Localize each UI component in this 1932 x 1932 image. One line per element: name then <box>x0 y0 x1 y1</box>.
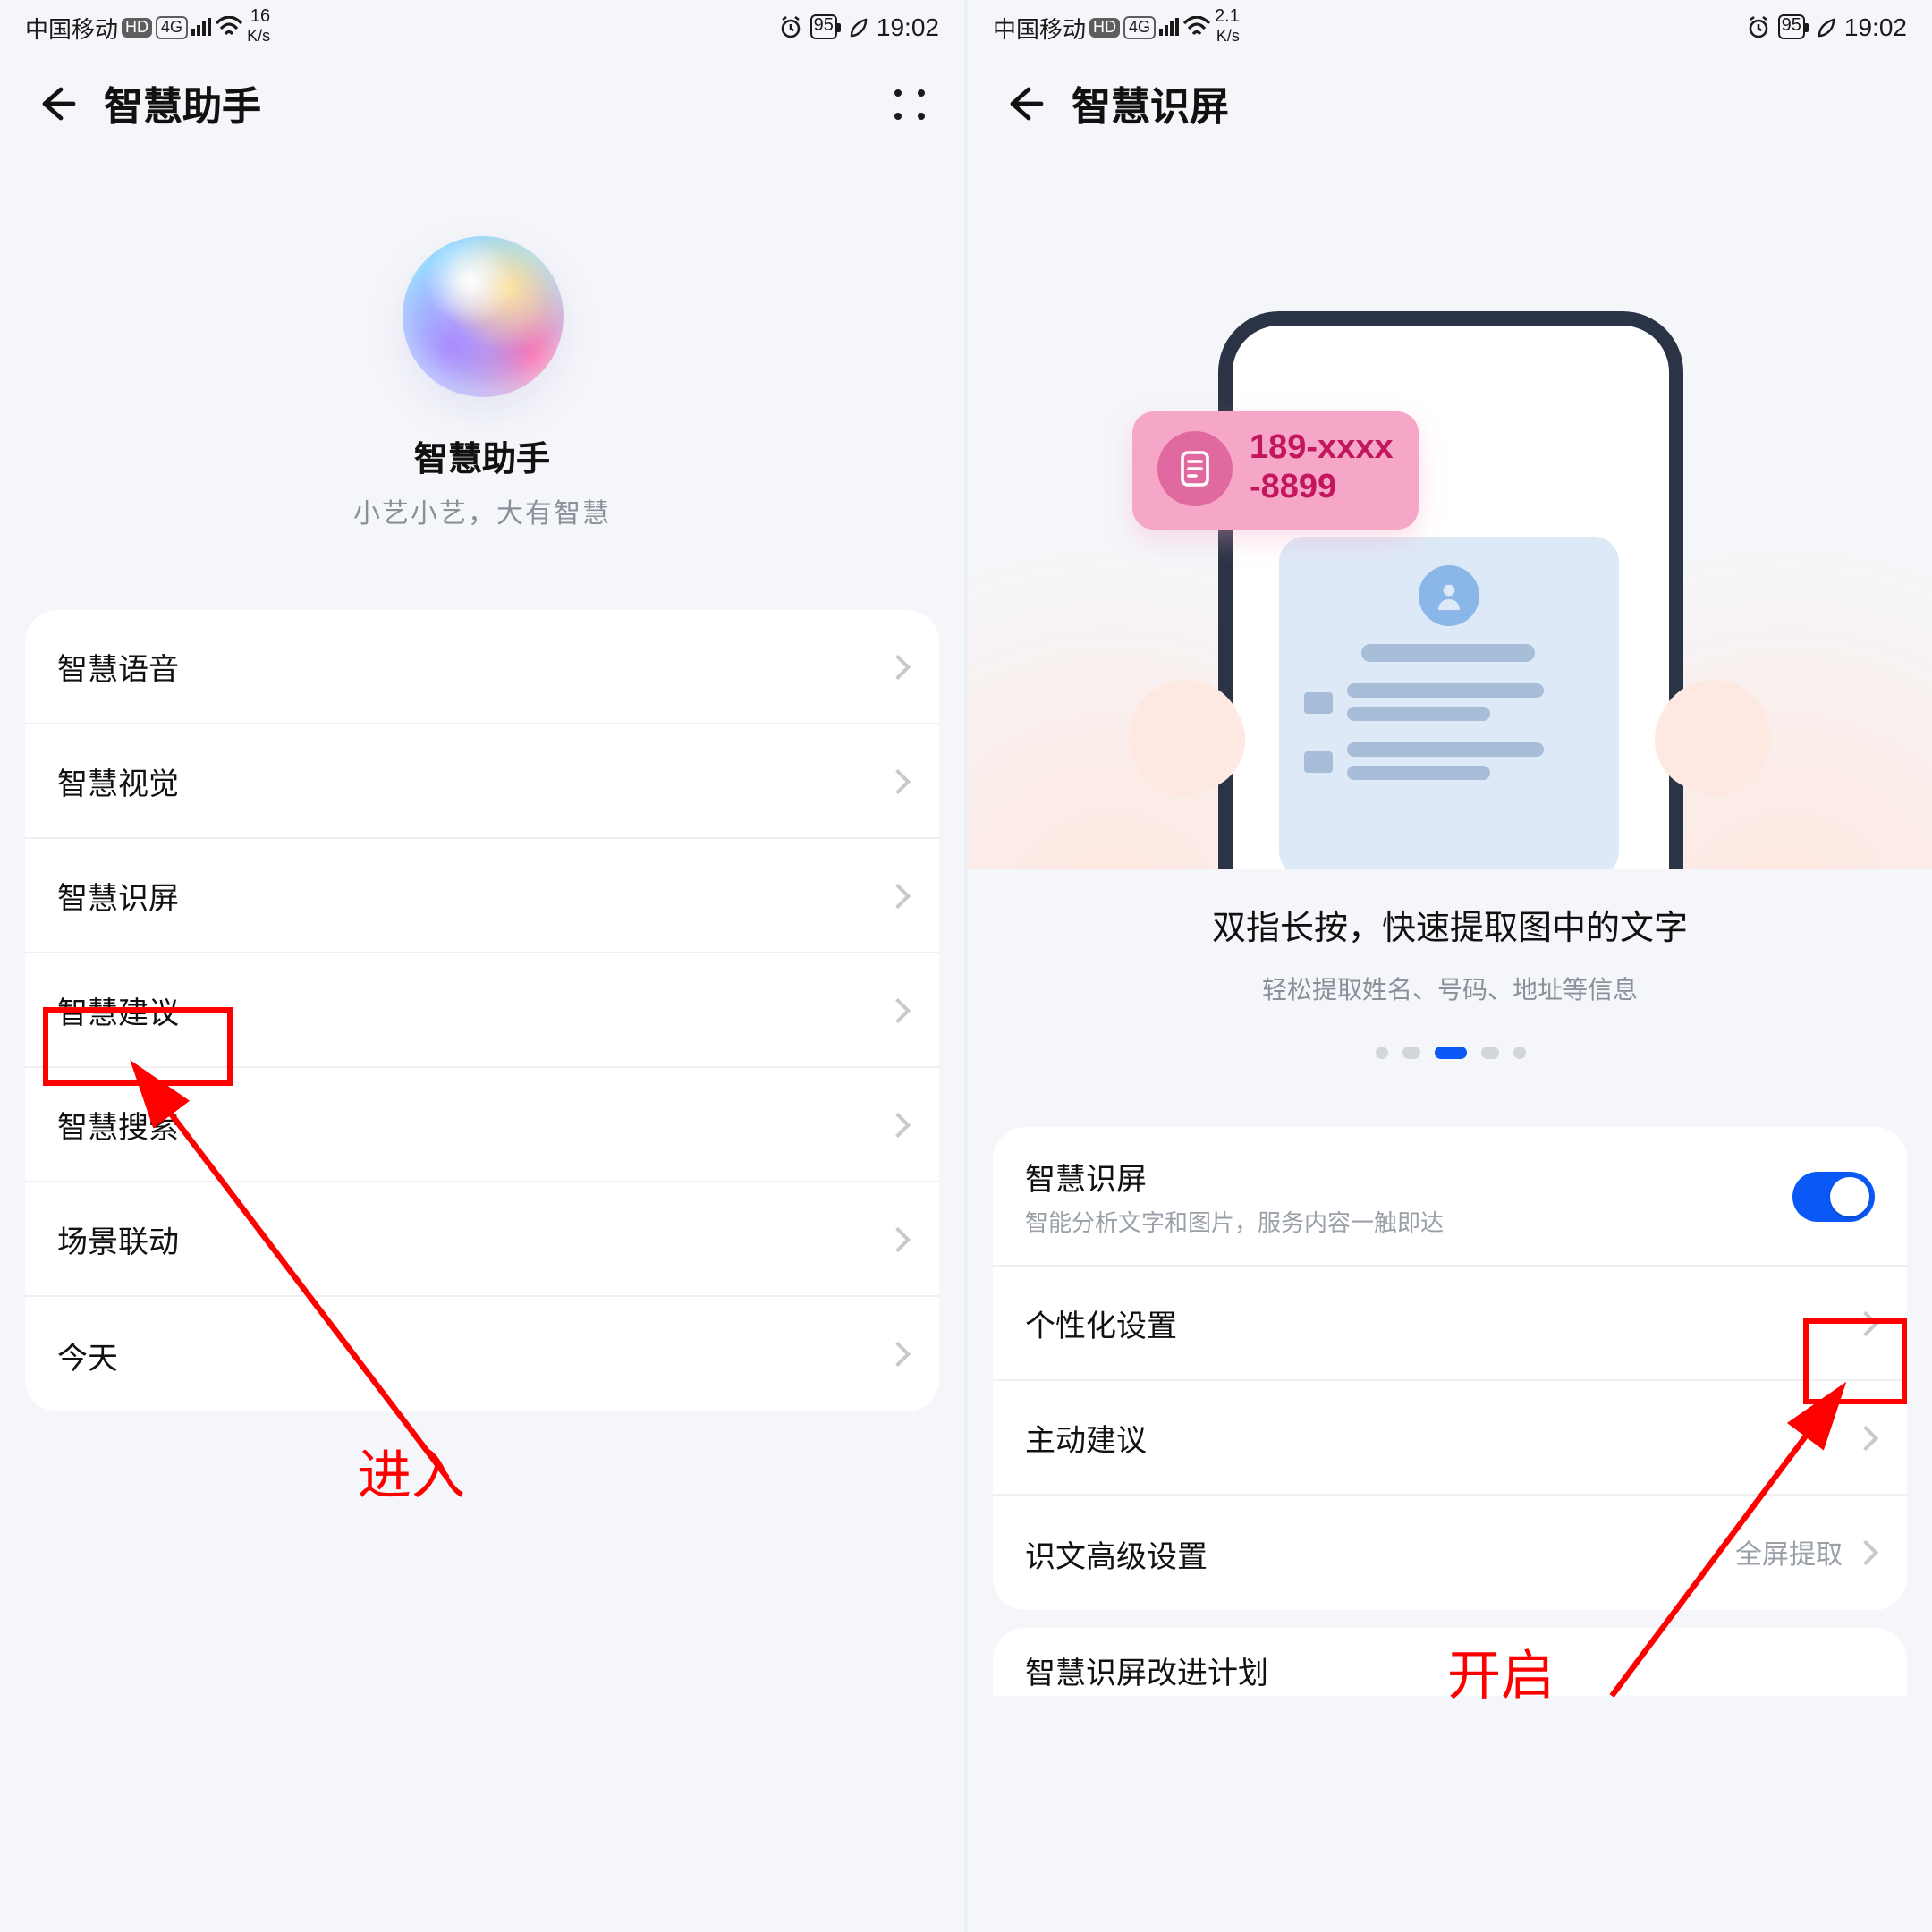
app-bar: 智慧识屏 <box>968 54 1932 154</box>
menu-item-advanced[interactable]: 识文高级设置 全屏提取 <box>993 1496 1907 1610</box>
menu-item-suggestion[interactable]: 智慧建议 <box>25 953 939 1068</box>
hitouch-switch[interactable] <box>1792 1171 1875 1221</box>
screen-smart-assistant: 中国移动 HD 4G 16K/s 95 19:02 智慧助手 <box>0 0 964 1932</box>
carrier-label: 中国移动 <box>993 10 1086 44</box>
network-badge: 4G <box>156 15 188 38</box>
network-badge: 4G <box>1123 15 1156 38</box>
settings-list-1: 智慧识屏 智能分析文字和图片，服务内容一触即达 个性化设置 主动建议 识文高级设… <box>993 1127 1907 1610</box>
hero-section: 智慧助手 小艺小艺，大有智慧 <box>0 154 964 592</box>
more-menu-button[interactable] <box>886 80 932 127</box>
leaf-icon <box>848 15 869 38</box>
page-indicator[interactable] <box>968 1029 1932 1088</box>
carrier-label: 中国移动 <box>25 10 118 44</box>
chevron-right-icon <box>1853 1540 1878 1565</box>
signal-icon <box>191 18 211 36</box>
annotation-label: 进入 <box>358 1431 465 1510</box>
wifi-icon <box>215 16 243 38</box>
chevron-right-icon <box>886 997 911 1022</box>
chevron-right-icon <box>886 768 911 793</box>
wifi-icon <box>1182 16 1211 38</box>
menu-item-voice[interactable]: 智慧语音 <box>25 610 939 724</box>
chevron-right-icon <box>886 1342 911 1367</box>
status-bar: 中国移动 HD 4G 16K/s 95 19:02 <box>0 0 964 54</box>
page-title: 智慧识屏 <box>1072 75 1229 132</box>
caption-title: 双指长按，快速提取图中的文字 <box>1021 902 1878 950</box>
document-icon <box>1157 431 1232 506</box>
alarm-icon <box>1746 14 1771 39</box>
clock: 19:02 <box>877 13 939 41</box>
speed-indicator: 2.1K/s <box>1215 8 1240 46</box>
chevron-right-icon <box>1853 1425 1878 1450</box>
battery-icon: 95 <box>810 14 837 39</box>
avatar-icon <box>1418 565 1479 626</box>
caption-subtitle: 轻松提取姓名、号码、地址等信息 <box>1021 971 1878 1007</box>
phone-number-bubble: 189-xxxx-8899 <box>1131 411 1419 529</box>
signal-icon <box>1159 18 1179 36</box>
assistant-logo-icon <box>402 236 563 397</box>
hero-caption: 双指长按，快速提取图中的文字 轻松提取姓名、号码、地址等信息 <box>968 869 1932 1029</box>
menu-item-personalize[interactable]: 个性化设置 <box>993 1267 1907 1381</box>
chevron-right-icon <box>886 654 911 679</box>
status-bar: 中国移动 HD 4G 2.1K/s 95 19:02 <box>968 0 1932 54</box>
contact-card-illustration <box>1278 537 1618 869</box>
hero-title: 智慧助手 <box>0 433 964 481</box>
menu-list: 智慧语音 智慧视觉 智慧识屏 智慧建议 智慧搜索 场景联动 <box>25 610 939 1411</box>
hero-subtitle: 小艺小艺，大有智慧 <box>0 494 964 531</box>
chevron-right-icon <box>886 883 911 908</box>
chevron-right-icon <box>1853 1310 1878 1335</box>
hero-illustration: 189-xxxx-8899 <box>968 154 1932 869</box>
menu-item-hitouch[interactable]: 智慧识屏 <box>25 839 939 953</box>
hd-badge: HD <box>1089 17 1120 37</box>
chevron-right-icon <box>886 1112 911 1137</box>
menu-item-vision[interactable]: 智慧视觉 <box>25 724 939 839</box>
toggle-hitouch: 智慧识屏 智能分析文字和图片，服务内容一触即达 <box>993 1127 1907 1267</box>
menu-item-improve-plan[interactable]: 智慧识屏改进计划 <box>993 1628 1907 1696</box>
app-bar: 智慧助手 <box>0 54 964 154</box>
menu-item-scenes[interactable]: 场景联动 <box>25 1182 939 1297</box>
chevron-right-icon <box>886 1226 911 1251</box>
menu-item-search[interactable]: 智慧搜索 <box>25 1068 939 1182</box>
menu-item-today[interactable]: 今天 <box>25 1297 939 1411</box>
page-title: 智慧助手 <box>104 75 261 132</box>
screen-hitouch: 中国移动 HD 4G 2.1K/s 95 19:02 智慧识屏 <box>968 0 1932 1932</box>
speed-indicator: 16K/s <box>247 8 270 46</box>
back-button[interactable] <box>32 80 79 127</box>
clock: 19:02 <box>1844 13 1907 41</box>
menu-item-active-suggest[interactable]: 主动建议 <box>993 1381 1907 1496</box>
back-button[interactable] <box>1000 80 1046 127</box>
hd-badge: HD <box>122 17 152 37</box>
battery-icon: 95 <box>1778 14 1805 39</box>
leaf-icon <box>1816 15 1837 38</box>
alarm-icon <box>778 14 803 39</box>
phone-frame-icon: 189-xxxx-8899 <box>1217 311 1682 869</box>
